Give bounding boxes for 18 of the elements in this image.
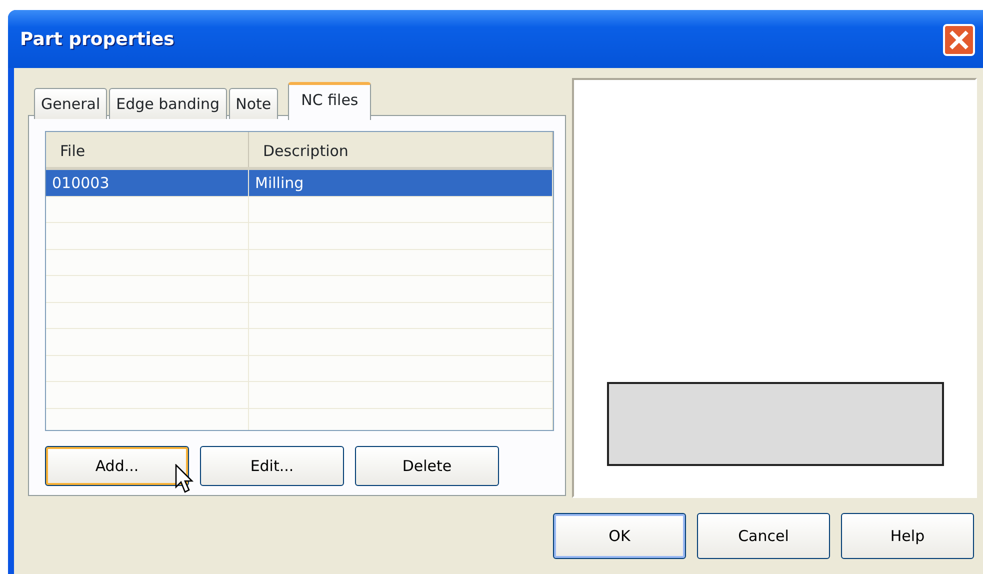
tab[interactable]: NC files	[288, 82, 372, 120]
column-header[interactable]: Description	[249, 132, 553, 167]
dialog-button[interactable]: Add...	[45, 446, 189, 486]
table-cell: Milling	[249, 170, 553, 196]
close-button[interactable]	[943, 24, 975, 56]
dialog-button[interactable]: Help	[841, 513, 974, 559]
close-icon	[948, 29, 970, 51]
tab[interactable]: General	[34, 88, 108, 118]
tab[interactable]: Edge banding	[109, 88, 227, 118]
dialog-button[interactable]: Cancel	[697, 513, 830, 559]
table-row[interactable]: 010003 Milling	[46, 170, 553, 196]
window-title: Part properties	[20, 28, 174, 52]
dialog-button[interactable]: Edit...	[200, 446, 344, 486]
table-cell: 010003	[46, 170, 249, 196]
dialog-button[interactable]: OK	[553, 513, 686, 559]
column-header[interactable]: File	[46, 132, 249, 167]
tab[interactable]: Note	[228, 88, 278, 118]
dialog-button[interactable]: Delete	[355, 446, 499, 486]
